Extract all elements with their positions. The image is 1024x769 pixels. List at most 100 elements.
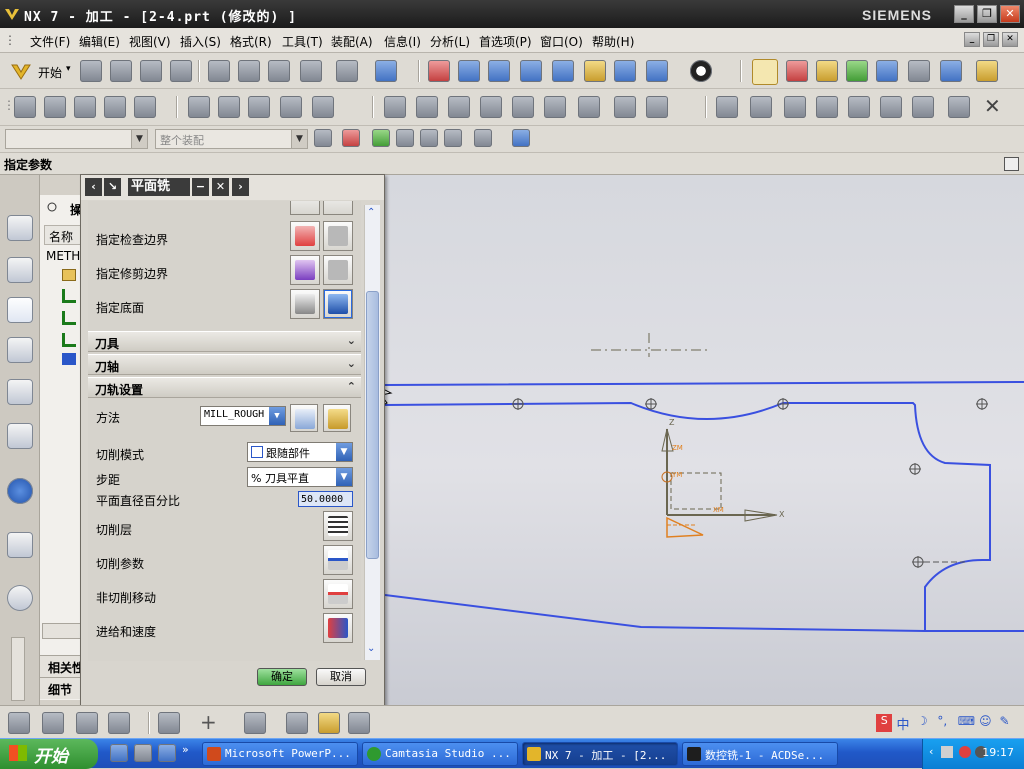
list-icon[interactable] bbox=[512, 96, 534, 118]
display-mode-icon[interactable] bbox=[690, 60, 712, 82]
mill-icon[interactable] bbox=[384, 96, 406, 118]
section-tool-axis[interactable]: 刀轴 ⌄ bbox=[88, 354, 361, 375]
tree-method-icon[interactable] bbox=[62, 289, 76, 303]
doc-minimize-button[interactable]: _ bbox=[964, 32, 980, 47]
restore-button[interactable]: ❐ bbox=[977, 5, 997, 23]
forward-icon[interactable]: › bbox=[232, 178, 249, 196]
trim-boundary-button[interactable] bbox=[290, 255, 320, 285]
chevron-up-icon[interactable]: ⌃ bbox=[367, 207, 375, 218]
pin-icon[interactable] bbox=[46, 201, 58, 213]
zoom-window-icon[interactable] bbox=[458, 60, 480, 82]
zoom-icon[interactable] bbox=[488, 60, 510, 82]
start-icon[interactable] bbox=[10, 61, 32, 81]
keyboard-icon[interactable]: ⌨ bbox=[958, 714, 975, 732]
menu-window[interactable]: 窗口(O) bbox=[540, 33, 583, 50]
chamfer-icon[interactable] bbox=[880, 96, 902, 118]
tree-operation-icon[interactable] bbox=[62, 353, 76, 365]
feature-rule-icon[interactable] bbox=[444, 129, 462, 147]
create-program-icon[interactable] bbox=[14, 96, 36, 118]
doc-restore-button[interactable]: ❐ bbox=[983, 32, 999, 47]
task-acdsee[interactable]: 数控铣-1 - ACDSe... bbox=[682, 742, 838, 766]
machining-method-view-icon[interactable] bbox=[280, 96, 302, 118]
machine-tool-view-icon[interactable] bbox=[218, 96, 240, 118]
chevron-down-icon[interactable]: ▼ bbox=[336, 468, 352, 486]
print-icon[interactable] bbox=[170, 60, 192, 82]
cut-params-button[interactable] bbox=[323, 545, 353, 575]
history-icon[interactable] bbox=[7, 585, 33, 611]
trim-boundary-display-button[interactable] bbox=[323, 255, 353, 285]
verify-icon[interactable] bbox=[448, 96, 470, 118]
datum-icon[interactable] bbox=[286, 712, 308, 734]
body-rule-icon[interactable] bbox=[420, 129, 438, 147]
command-finder-icon[interactable] bbox=[375, 60, 397, 82]
report-icon[interactable] bbox=[646, 96, 668, 118]
method-select[interactable]: MILL_ROUGH ▼ bbox=[200, 406, 286, 426]
snap-point-icon[interactable] bbox=[342, 129, 360, 147]
menu-information[interactable]: 信息(I) bbox=[384, 33, 421, 50]
scrollbar-thumb[interactable] bbox=[366, 291, 379, 559]
percent-input[interactable] bbox=[298, 491, 353, 507]
non-cut-moves-button[interactable] bbox=[323, 579, 353, 609]
postprocess-icon[interactable] bbox=[940, 60, 962, 82]
open-icon[interactable] bbox=[110, 60, 132, 82]
menu-insert[interactable]: 插入(S) bbox=[180, 33, 221, 50]
view-orient-icon[interactable] bbox=[646, 60, 668, 82]
info-icon[interactable] bbox=[7, 478, 33, 504]
rotate-icon[interactable] bbox=[552, 60, 574, 82]
undo-icon[interactable] bbox=[336, 60, 358, 82]
details-panel-header[interactable]: 细节 bbox=[40, 677, 84, 699]
copy-icon[interactable] bbox=[238, 60, 260, 82]
create-method-button[interactable] bbox=[290, 404, 318, 432]
block-icon[interactable] bbox=[948, 96, 970, 118]
tray-app-icon[interactable] bbox=[941, 746, 953, 758]
chevron-down-icon[interactable]: ▼ bbox=[336, 443, 352, 461]
explorer-icon[interactable] bbox=[134, 744, 152, 762]
close-button[interactable]: ✕ bbox=[1000, 5, 1020, 23]
tray-expand-icon[interactable]: ‹ bbox=[929, 745, 933, 758]
part-navigator-icon[interactable] bbox=[7, 257, 33, 283]
face-icon[interactable]: ☺ bbox=[979, 714, 995, 732]
paste-icon[interactable] bbox=[268, 60, 290, 82]
column-header-name[interactable]: 名称 bbox=[44, 225, 84, 245]
method-icon[interactable] bbox=[108, 712, 130, 734]
collapse-icon[interactable]: − bbox=[192, 178, 209, 196]
desktop-icon[interactable] bbox=[158, 744, 176, 762]
floor-display-button[interactable] bbox=[323, 289, 353, 319]
graphics-window[interactable]: X Z XM YM ZM bbox=[385, 175, 1024, 705]
tree-method-icon[interactable] bbox=[62, 333, 76, 347]
type-filter-dropdown[interactable]: ▼ bbox=[5, 129, 148, 149]
measure-icon[interactable] bbox=[976, 60, 998, 82]
sketch-icon[interactable] bbox=[244, 712, 266, 734]
edge-blend-icon[interactable] bbox=[848, 96, 870, 118]
pan-icon[interactable] bbox=[584, 60, 606, 82]
partial-row-flashlight-button[interactable] bbox=[323, 201, 353, 215]
cut-levels-button[interactable] bbox=[323, 511, 353, 541]
chevron-right-icon[interactable]: » bbox=[182, 743, 189, 756]
save-icon[interactable] bbox=[140, 60, 162, 82]
program-order-view-icon[interactable] bbox=[188, 96, 210, 118]
chevron-down-icon[interactable]: ▼ bbox=[131, 130, 147, 148]
wcs-icon[interactable] bbox=[752, 59, 778, 85]
pocket-icon[interactable] bbox=[784, 96, 806, 118]
chevron-down-icon[interactable]: ▼ bbox=[291, 130, 307, 148]
verify-toolpath-icon[interactable] bbox=[876, 60, 898, 82]
moon-icon[interactable]: ☽ bbox=[917, 714, 933, 732]
web-browser-icon[interactable] bbox=[7, 532, 33, 558]
menu-file[interactable]: 文件(F) bbox=[30, 33, 70, 50]
wrench-icon[interactable]: ✎ bbox=[1000, 714, 1016, 732]
chevron-down-icon[interactable]: ⌄ bbox=[367, 643, 375, 654]
toolpath-icon[interactable] bbox=[416, 96, 438, 118]
menu-analysis[interactable]: 分析(L) bbox=[430, 33, 470, 50]
shop-doc-icon[interactable] bbox=[578, 96, 600, 118]
chevron-down-icon[interactable]: ▾ bbox=[66, 64, 71, 74]
curve-rule-icon[interactable] bbox=[372, 129, 390, 147]
delete-icon[interactable] bbox=[300, 60, 322, 82]
edit-method-button[interactable] bbox=[323, 404, 351, 432]
lang-icon[interactable]: 中 bbox=[896, 714, 912, 733]
fit-icon[interactable] bbox=[428, 60, 450, 82]
menu-help[interactable]: 帮助(H) bbox=[592, 33, 634, 50]
section-path-settings[interactable]: 刀轨设置 ⌃ bbox=[88, 377, 361, 398]
menu-format[interactable]: 格式(R) bbox=[230, 33, 272, 50]
new-icon[interactable] bbox=[80, 60, 102, 82]
task-camtasia[interactable]: Camtasia Studio ... bbox=[362, 742, 518, 766]
